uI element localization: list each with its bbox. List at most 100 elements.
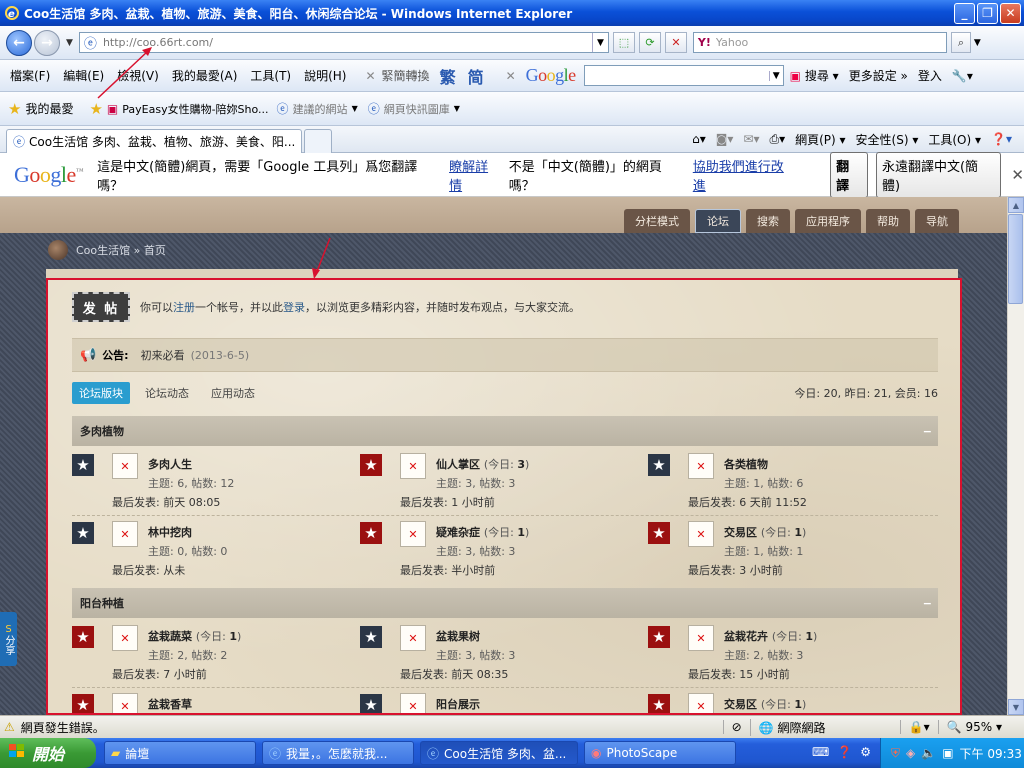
collapse-icon[interactable]: − xyxy=(923,597,932,610)
forum-item[interactable]: ★ ✕ 交易区 (今日: 1) xyxy=(648,688,936,713)
menu-file[interactable]: 檔案(F) xyxy=(10,67,50,84)
learn-more-link[interactable]: 瞭解詳情 xyxy=(449,156,501,194)
menu-help[interactable]: 說明(H) xyxy=(304,67,346,84)
search-options-icon[interactable]: ▼ xyxy=(974,38,981,48)
forum-name[interactable]: 盆栽蔬菜 (今日: 1) xyxy=(148,628,241,644)
forum-item[interactable]: ★ ✕ 疑难杂症 (今日: 1) 主题: 3, 帖数: 3 最后发表: 半小时前 xyxy=(360,516,648,584)
menu-edit[interactable]: 編輯(E) xyxy=(63,67,104,84)
webslice-dropdown-icon[interactable]: ▼ xyxy=(454,104,460,113)
new-post-button[interactable]: 发 帖 xyxy=(72,292,130,322)
task-ie-active[interactable]: ⓔ Coo生活馆 多肉、盆... xyxy=(420,741,578,765)
add-favorite-icon[interactable]: ★ xyxy=(89,100,102,118)
antivirus-icon[interactable]: ◈ xyxy=(906,746,915,760)
menu-favorites[interactable]: 我的最愛(A) xyxy=(172,67,238,84)
vertical-scrollbar[interactable]: ▲ ▼ xyxy=(1007,197,1024,715)
volume-icon[interactable]: 🔈 xyxy=(921,746,936,760)
nav-help[interactable]: 帮助 xyxy=(866,209,910,233)
login-link-site[interactable]: 登录 xyxy=(283,301,305,314)
minimize-button[interactable]: _ xyxy=(954,2,975,24)
address-field[interactable]: ⓔ http://coo.66rt.com/ ▼ xyxy=(78,32,609,53)
nav-guide[interactable]: 导航 xyxy=(915,209,959,233)
fav-payeasy[interactable]: PayEasy女性購物-陪妳Sho... xyxy=(122,101,268,117)
always-translate-button[interactable]: 永遠翻譯中文(簡體) xyxy=(875,151,1002,198)
forum-item[interactable]: ★ ✕ 盆栽果树 主题: 3, 帖数: 3 最后发表: 前天 08:35 xyxy=(360,620,648,688)
close-window-button[interactable]: ✕ xyxy=(1000,2,1021,24)
scroll-up-icon[interactable]: ▲ xyxy=(1008,197,1024,213)
start-button[interactable]: 開始 xyxy=(0,738,96,768)
nav-apps[interactable]: 应用程序 xyxy=(795,209,861,233)
refresh-icon[interactable]: ⟳ xyxy=(638,32,661,53)
search-field[interactable]: Y! Yahoo xyxy=(692,32,947,53)
close-translate-icon[interactable]: ✕ xyxy=(1011,166,1024,184)
close-google-toolbar-icon[interactable]: ✕ xyxy=(506,69,516,83)
security-icon[interactable]: 🔒▾ xyxy=(899,720,938,734)
print-icon[interactable]: ⎙▾ xyxy=(769,132,785,147)
forum-last-post[interactable]: 最后发表: 7 小时前 xyxy=(112,666,207,682)
scroll-down-icon[interactable]: ▼ xyxy=(1008,699,1024,715)
forum-last-post[interactable]: 最后发表: 15 小时前 xyxy=(688,666,790,682)
home-icon[interactable]: ⌂▾ xyxy=(692,132,706,146)
forward-button[interactable]: → xyxy=(34,29,60,56)
forum-last-post[interactable]: 最后发表: 半小时前 xyxy=(400,562,495,578)
breadcrumb-text[interactable]: Coo生活馆 » 首页 xyxy=(76,242,166,258)
recent-pages-dropdown-icon[interactable]: ▼ xyxy=(66,38,73,48)
forum-item[interactable]: ★ ✕ 林中挖肉 主题: 0, 帖数: 0 最后发表: 从未 xyxy=(72,516,360,584)
forum-item[interactable]: ★ ✕ 各类植物 主题: 1, 帖数: 6 最后发表: 6 天前 11:52 xyxy=(648,448,936,516)
login-link[interactable]: 登入 xyxy=(918,67,942,84)
tab-active[interactable]: ⓔ Coo生活馆 多肉、盆栽、植物、旅游、美食、阳... xyxy=(6,128,302,153)
feeds-icon[interactable]: ◙▾ xyxy=(716,132,734,146)
favorites-button[interactable]: 我的最愛 xyxy=(25,100,73,117)
tab-forum-boards[interactable]: 论坛版块 xyxy=(72,382,130,404)
section-header[interactable]: 阳台种植 − xyxy=(72,588,938,618)
announcement-link[interactable]: 初来必看 xyxy=(141,347,185,363)
google-search-button[interactable]: ▣ 搜尋 ▾ xyxy=(790,67,839,84)
tools-menu[interactable]: 工具(O) ▾ xyxy=(928,131,981,148)
section-header[interactable]: 多肉植物 − xyxy=(72,416,938,446)
collapse-icon[interactable]: − xyxy=(923,425,932,438)
menu-tools[interactable]: 工具(T) xyxy=(250,67,291,84)
compat-view-icon[interactable]: ⬚ xyxy=(612,32,635,53)
forum-last-post[interactable]: 最后发表: 1 小时前 xyxy=(400,494,495,510)
back-button[interactable]: ← xyxy=(6,29,32,56)
forum-last-post[interactable]: 最后发表: 3 小时前 xyxy=(688,562,783,578)
nav-forum[interactable]: 论坛 xyxy=(695,209,741,233)
task-ie-window[interactable]: ⓔ 我量，。怎麼就我... xyxy=(262,741,414,765)
forum-item[interactable]: ★ ✕ 多肉人生 主题: 6, 帖数: 12 最后发表: 前天 08:05 xyxy=(72,448,360,516)
wrench-icon[interactable]: 🔧▾ xyxy=(952,69,973,83)
help-improve-link[interactable]: 協助我們進行改進 xyxy=(693,156,796,194)
translate-button[interactable]: 翻譯 xyxy=(830,151,868,198)
register-link[interactable]: 注册 xyxy=(173,301,195,314)
zoom-control[interactable]: 🔍 95% ▾ xyxy=(937,720,1010,734)
forum-name[interactable]: 盆栽花卉 (今日: 1) xyxy=(724,628,817,644)
forum-last-post[interactable]: 最后发表: 前天 08:35 xyxy=(400,666,508,682)
forum-name[interactable]: 阳台展示 xyxy=(436,696,480,712)
page-menu[interactable]: 網頁(P) ▾ xyxy=(795,131,845,148)
restore-button[interactable]: ❐ xyxy=(977,2,998,24)
forum-last-post[interactable]: 最后发表: 前天 08:05 xyxy=(112,494,220,510)
forum-last-post[interactable]: 最后发表: 6 天前 11:52 xyxy=(688,494,807,510)
forum-item[interactable]: ★ ✕ 盆栽蔬菜 (今日: 1) 主题: 2, 帖数: 2 最后发表: 7 小时前 xyxy=(72,620,360,688)
fav-webslice-gallery[interactable]: 網頁快訊圖庫 xyxy=(384,101,450,117)
forum-name[interactable]: 仙人掌区 (今日: 3) xyxy=(436,456,529,472)
traditional-button[interactable]: 繁 xyxy=(440,64,456,88)
nav-search[interactable]: 搜索 xyxy=(746,209,790,233)
help-icon[interactable]: ❓▾ xyxy=(991,132,1012,146)
share-tab[interactable]: S 分享 xyxy=(0,612,17,666)
forum-item[interactable]: ★ ✕ 仙人掌区 (今日: 3) 主题: 3, 帖数: 3 最后发表: 1 小时前 xyxy=(360,448,648,516)
site-home-icon[interactable] xyxy=(48,240,68,260)
forum-last-post[interactable]: 最后发表: 从未 xyxy=(112,562,185,578)
task-forum-folder[interactable]: ▰ 論壇 xyxy=(104,741,256,765)
forum-name[interactable]: 交易区 (今日: 1) xyxy=(724,696,806,712)
warning-icon[interactable]: ⚠ xyxy=(4,720,15,734)
google-search-dropdown-icon[interactable]: ▼ xyxy=(768,70,783,81)
google-search-input[interactable]: ▼ xyxy=(583,65,784,86)
forum-item[interactable]: ★ ✕ 盆栽香草 xyxy=(72,688,360,713)
safety-menu[interactable]: 安全性(S) ▾ xyxy=(856,131,919,148)
stop-icon[interactable]: ✕ xyxy=(664,32,687,53)
shield-icon[interactable]: ⛨ xyxy=(891,746,900,761)
help-tray-icon[interactable]: ❓ xyxy=(837,745,852,759)
keyboard-icon[interactable]: ⌨ xyxy=(812,745,829,759)
suggested-dropdown-icon[interactable]: ▼ xyxy=(352,104,358,113)
simplified-button[interactable]: 简 xyxy=(468,64,484,88)
nav-split-mode[interactable]: 分栏模式 xyxy=(624,209,690,233)
